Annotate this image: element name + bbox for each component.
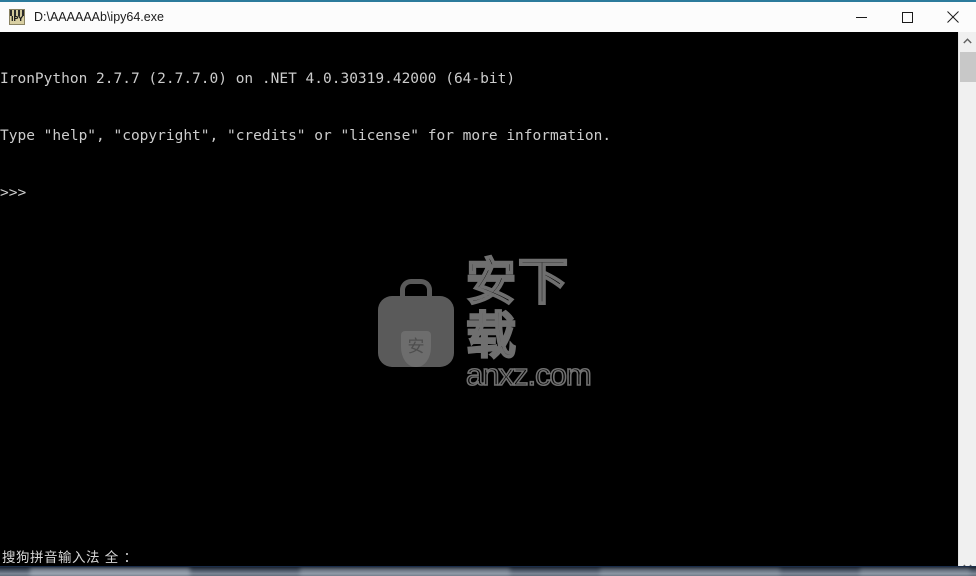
minimize-icon	[855, 16, 867, 18]
console-window: IPY D:\AAAAAAb\ipy64.exe IronPython 2.7.…	[0, 0, 976, 576]
scrollbar-thumb[interactable]	[960, 52, 976, 82]
watermark-domain: anxz.com	[465, 357, 592, 392]
desktop-background-strip	[0, 566, 976, 576]
maximize-icon	[901, 11, 913, 23]
title-bar-drag-region[interactable]: IPY D:\AAAAAAb\ipy64.exe	[0, 9, 838, 25]
desktop-blur-spot	[30, 568, 190, 576]
title-bar: IPY D:\AAAAAAb\ipy64.exe	[0, 0, 976, 32]
close-icon	[947, 11, 959, 23]
briefcase-handle	[400, 279, 432, 301]
icon-label: IPY	[11, 15, 23, 23]
chevron-up-icon	[963, 38, 972, 44]
console-line: IronPython 2.7.7 (2.7.7.0) on .NET 4.0.3…	[0, 71, 516, 87]
shield-icon: 安	[401, 331, 431, 367]
watermark-brand-cn: 安下载	[465, 253, 570, 365]
ironpython-console-icon: IPY	[9, 9, 25, 25]
console-output-area[interactable]: IronPython 2.7.7 (2.7.7.0) on .NET 4.0.3…	[0, 32, 958, 576]
console-text: IronPython 2.7.7 (2.7.7.0) on .NET 4.0.3…	[0, 32, 958, 241]
ime-status-text: 搜狗拼音输入法 全 ：	[2, 550, 138, 566]
console-line: Type "help", "copyright", "credits" or "…	[0, 128, 612, 144]
vertical-scrollbar[interactable]	[958, 32, 976, 576]
window-title: D:\AAAAAAb\ipy64.exe	[34, 10, 164, 24]
desktop-blur-spot	[300, 568, 510, 576]
scroll-up-button[interactable]	[959, 32, 976, 50]
briefcase-shield-icon: 安	[378, 279, 454, 367]
watermark-logo: 安 安下载 anxz.com	[378, 254, 598, 391]
maximize-button[interactable]	[884, 2, 930, 32]
desktop-blur-spot	[600, 568, 780, 576]
watermark-text-block: 安下载 anxz.com	[465, 253, 598, 392]
shield-glyph: 安	[407, 337, 425, 357]
close-button[interactable]	[930, 2, 976, 32]
window-controls	[838, 2, 976, 32]
briefcase-body: 安	[378, 296, 454, 367]
console-prompt-line: >>>	[0, 185, 27, 201]
desktop-blur-spot	[860, 568, 970, 576]
minimize-button[interactable]	[838, 2, 884, 32]
